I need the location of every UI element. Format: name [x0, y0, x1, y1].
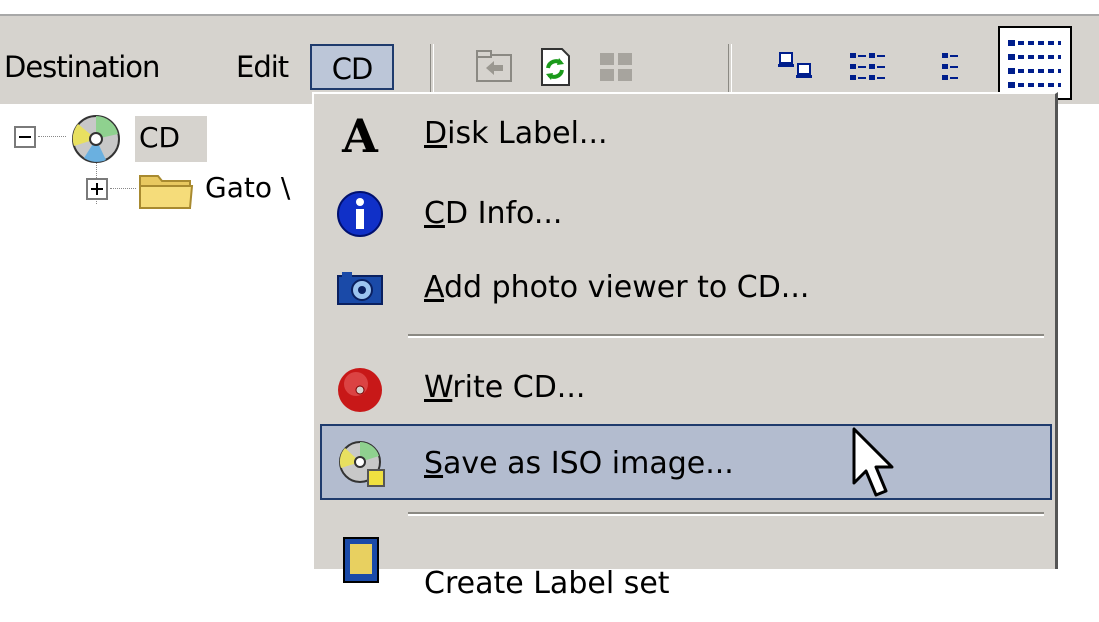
- menu-item-write-cd[interactable]: Write CD...: [314, 350, 1052, 426]
- menu-edit[interactable]: Edit: [232, 44, 292, 90]
- menu-item-label: dd photo viewer to CD...: [444, 270, 810, 305]
- tree-item-cd[interactable]: CD: [135, 116, 207, 162]
- info-icon: [334, 188, 386, 240]
- list-view-icon[interactable]: [932, 44, 976, 90]
- collapse-toggle[interactable]: [14, 126, 36, 148]
- mnemonic: D: [424, 116, 448, 151]
- menu-item-label: ave as ISO image...: [443, 446, 734, 481]
- details-view-icon[interactable]: [998, 26, 1072, 100]
- menu-item-label: isk Label...: [447, 116, 608, 151]
- cd-dropdown-menu: A Disk Label... CD Info... Add photo vie…: [312, 92, 1058, 601]
- record-disc-icon: [334, 362, 386, 414]
- toolbar-separator: [728, 44, 732, 92]
- menu-item-create-label-set[interactable]: Create Label set: [314, 528, 1052, 604]
- svg-text:A: A: [341, 109, 379, 160]
- menu-separator: [408, 334, 1044, 338]
- menu-item-save-as-iso[interactable]: Save as ISO image...: [320, 424, 1052, 500]
- large-icons-view-icon[interactable]: [776, 44, 820, 90]
- menu-destination[interactable]: Destination: [0, 44, 163, 90]
- folder-icon: [136, 168, 196, 212]
- camera-icon: [334, 262, 386, 314]
- menu-cd[interactable]: CD: [310, 44, 394, 90]
- expand-toggle[interactable]: [86, 178, 108, 200]
- menu-item-label: rite CD...: [452, 370, 586, 405]
- label-set-icon: [334, 534, 386, 586]
- menu-item-add-photo-viewer[interactable]: Add photo viewer to CD...: [314, 250, 1052, 326]
- menu-separator: [408, 512, 1044, 516]
- small-icons-view-icon[interactable]: [846, 44, 890, 90]
- tree-connector: [110, 188, 136, 190]
- mnemonic: C: [424, 196, 445, 231]
- menu-item-label: D Info...: [444, 196, 563, 231]
- toolbar-separator: [430, 44, 434, 92]
- mnemonic: A: [424, 270, 444, 305]
- tree-connector: [38, 136, 66, 138]
- mnemonic: W: [424, 370, 453, 405]
- menu-bar: Destination Edit CD: [0, 16, 1099, 104]
- tiles-view-icon[interactable]: [594, 44, 638, 90]
- folder-tree: CD Gato \: [0, 104, 316, 569]
- menu-item-cd-info[interactable]: CD Info...: [314, 176, 1052, 252]
- cd-icon[interactable]: [66, 114, 126, 164]
- mouse-cursor-icon: [848, 425, 900, 501]
- folder-up-icon[interactable]: [472, 44, 516, 90]
- tree-item-gato[interactable]: Gato \: [205, 166, 290, 210]
- mnemonic: S: [424, 446, 444, 481]
- title-strip: [0, 0, 1099, 14]
- menu-item-disk-label[interactable]: A Disk Label...: [314, 96, 1052, 172]
- font-a-icon: A: [334, 108, 386, 163]
- menu-item-label: Create Label set: [424, 566, 670, 601]
- cd-save-icon: [336, 438, 388, 490]
- refresh-icon[interactable]: [532, 44, 576, 90]
